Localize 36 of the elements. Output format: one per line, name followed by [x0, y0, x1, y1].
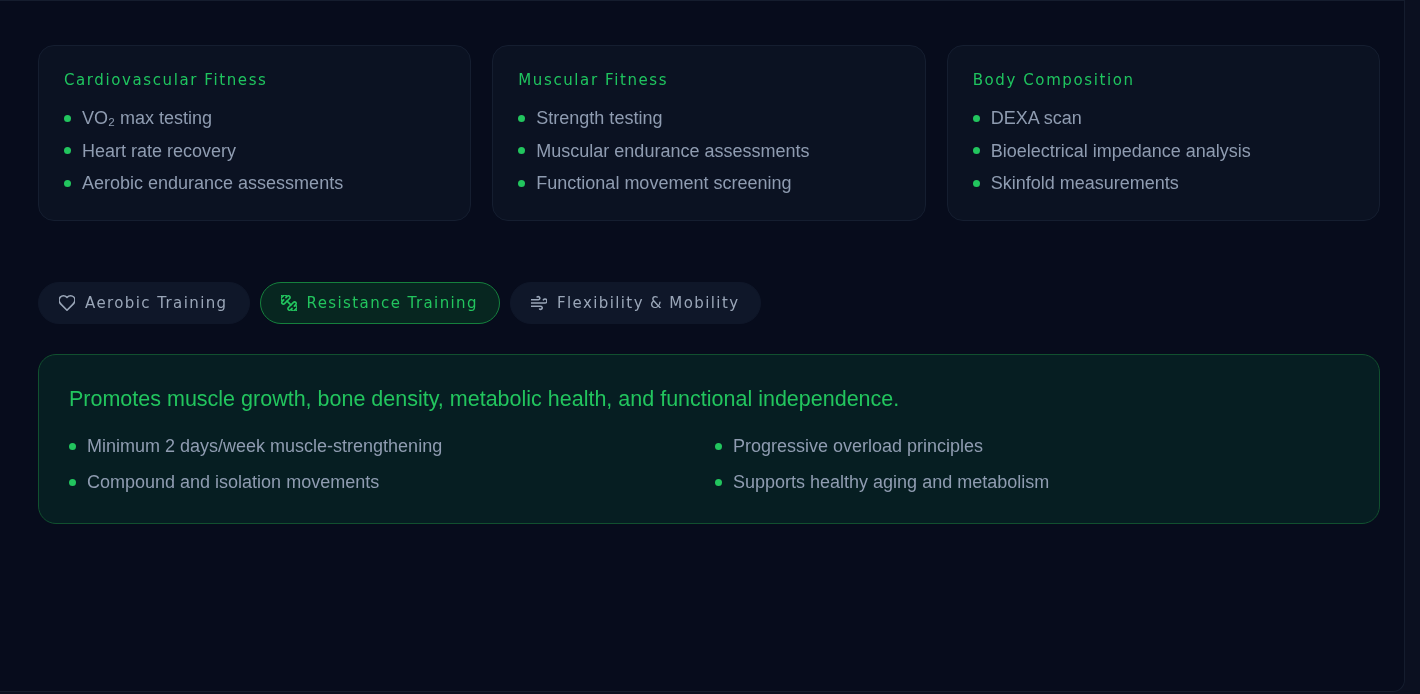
tab[interactable]: Flexibility & Mobility [509, 282, 762, 324]
list-item-text: Minimum 2 days/week muscle-strengthening [87, 435, 443, 458]
bullet-icon [518, 114, 526, 122]
list-item-text: Compound and isolation movements [87, 471, 380, 494]
list-item-text: Progressive overload principles [733, 435, 984, 458]
bullet-icon [972, 147, 980, 154]
list-item-text: DEXA scan [990, 107, 1082, 130]
detail-heading: Promotes muscle growth, bone density, metabolic health, and functional independence. [69, 386, 901, 413]
card-title: Muscular Fitness [518, 70, 670, 90]
list-item-text: Heart rate recovery [82, 139, 237, 163]
bullet-icon [69, 442, 76, 450]
card-title: Cardiovascular Fitness [64, 70, 269, 90]
heart-icon [59, 295, 75, 311]
list-item-text: Functional movement screening [536, 172, 792, 195]
bullet-icon [64, 147, 71, 154]
list-item-text: Skinfold measurements [990, 172, 1179, 195]
list-item-text: VO₂ max testing [82, 107, 213, 130]
list-item-text: Strength testing [536, 107, 663, 130]
list-item-text: Muscular endurance assessments [536, 139, 810, 163]
bullet-icon [518, 179, 526, 187]
bullet-icon [69, 478, 76, 486]
bullet-icon [64, 114, 71, 122]
list-item-text: Aerobic endurance assessments [82, 172, 344, 195]
card-title: Body Composition [972, 70, 1136, 90]
tab[interactable]: Aerobic Training [38, 282, 250, 324]
list-item-text: Supports healthy aging and metabolism [733, 471, 1050, 494]
tab[interactable]: Resistance Training [259, 282, 500, 324]
bullet-icon [972, 114, 980, 122]
dumbbell-icon [280, 295, 297, 311]
wind-icon [530, 295, 547, 311]
list-item-text: Bioelectrical impedance analysis [990, 139, 1251, 163]
bullet-icon [64, 179, 71, 187]
bullet-icon [518, 147, 526, 154]
bullet-icon [715, 442, 722, 450]
bullet-icon [715, 478, 722, 486]
bullet-icon [972, 179, 980, 187]
